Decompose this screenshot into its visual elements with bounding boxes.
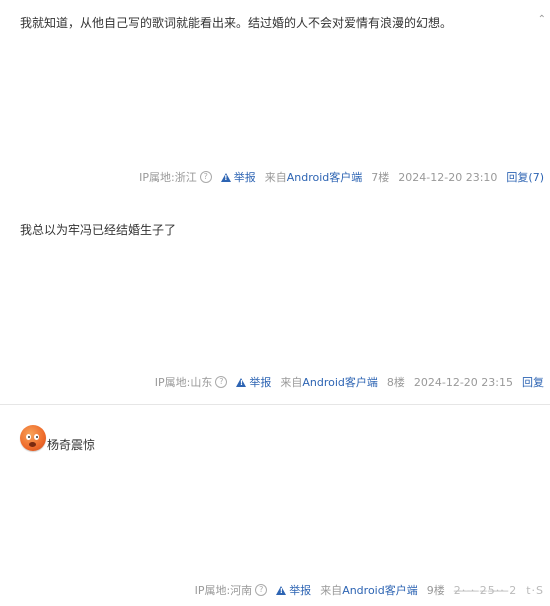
floor-number: 9楼 (426, 584, 445, 597)
post-source: 来自Android客户端 (280, 376, 378, 389)
surprised-face-emoji (20, 425, 46, 451)
warning-icon (276, 585, 287, 595)
report-link[interactable]: 举报 (236, 374, 271, 390)
question-icon[interactable]: ? (199, 171, 212, 183)
client-link[interactable]: Android客户端 (302, 376, 378, 389)
post-footer: IP属地:山东 ? 举报 来自Android客户端 8楼 2024-12-20 … (146, 374, 544, 390)
report-link[interactable]: 举报 (276, 582, 311, 598)
post-7: 我就知道，从他自己写的歌词就能看出来。结过婚的人不会对爱情有浪漫的幻想。 ⌃ I… (0, 0, 550, 196)
ip-location: IP属地:山东 (154, 376, 213, 389)
warning-icon (236, 377, 247, 387)
post-footer: IP属地:河南 ? 举报 来自Android客户端 9楼 2̶·̶ ̶·̶ ̶2… (186, 582, 544, 598)
client-link[interactable]: Android客户端 (287, 171, 363, 184)
floor-number: 7楼 (371, 171, 390, 184)
post-content: 我总以为牢冯已经结婚生子了 (20, 223, 177, 237)
post-8: 我总以为牢冯已经结婚生子了 IP属地:山东 ? 举报 来自Android客户端 … (0, 196, 550, 405)
reply-button[interactable]: t·S (526, 584, 544, 597)
question-icon[interactable]: ? (215, 376, 228, 388)
post-text: 杨奇震惊 (47, 438, 96, 452)
post-9: 杨奇震惊 IP属地:河南 ? 举报 来自Android客户端 9楼 2̶·̶ ̶… (0, 405, 550, 606)
reply-button[interactable]: 回复(7) (506, 169, 544, 185)
post-footer: IP属地:浙江 ? 举报 来自Android客户端 7楼 2024-12-20 … (130, 169, 544, 185)
collapse-icon[interactable]: ⌃ (538, 14, 546, 25)
post-time: 2024-12-20 23:15 (413, 375, 513, 389)
post-time: 2̶·̶ ̶·̶ ̶2̶5̶·̶·̶ ̶2 (453, 583, 518, 597)
ip-location: IP属地:河南 (194, 584, 253, 597)
post-source: 来自Android客户端 (264, 171, 363, 184)
ip-location: IP属地:浙江 (139, 171, 197, 184)
post-content: 我就知道，从他自己写的歌词就能看出来。结过婚的人不会对爱情有浪漫的幻想。 (20, 16, 453, 30)
question-icon[interactable]: ? (255, 584, 268, 596)
post-time: 2024-12-20 23:10 (398, 170, 498, 184)
post-source: 来自Android客户端 (320, 584, 418, 597)
client-link[interactable]: Android客户端 (342, 584, 418, 597)
reply-button[interactable]: 回复 (522, 374, 544, 390)
post-content: 杨奇震惊 (20, 425, 95, 453)
report-link[interactable]: 举报 (220, 169, 256, 185)
warning-icon (220, 172, 231, 182)
floor-number: 8楼 (386, 376, 405, 389)
